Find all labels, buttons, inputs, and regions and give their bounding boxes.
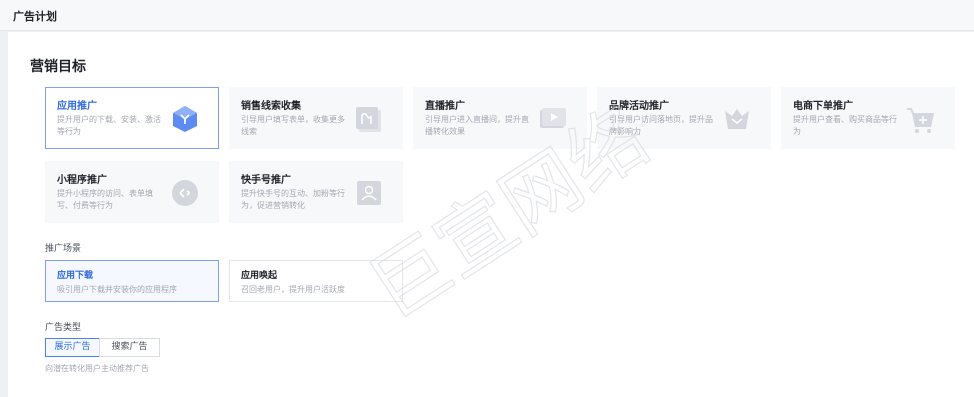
form-icon	[356, 107, 381, 132]
goal-desc: 提升快手号的互动、加粉等行为，促进营销转化	[241, 189, 345, 210]
scene-desc: 吸引用户下载并安装你的应用程序	[57, 285, 177, 294]
goal-desc: 引导用户访问落地页，提升品牌影响力	[609, 115, 713, 136]
goal-card-ecommerce-order[interactable]: 电商下单推广 提升用户查看、购买商品等行为	[781, 87, 955, 149]
top-bar: 广告计划	[0, 0, 974, 31]
goal-name: 应用推广	[57, 101, 97, 112]
page-title: 广告计划	[13, 10, 57, 23]
crown-icon	[725, 109, 749, 129]
scene-app-recall[interactable]: 应用唤起 召回老用户，提升用户活跃度	[229, 260, 403, 302]
scene-label: 推广场景	[45, 244, 82, 254]
goal-name: 小程序推广	[57, 175, 107, 186]
goal-name: 销售线索收集	[241, 101, 301, 112]
goal-name: 快手号推广	[241, 175, 291, 186]
app-cube-icon	[173, 106, 197, 132]
goal-card-brand-campaign[interactable]: 品牌活动推广 引导用户访问落地页，提升品牌影响力	[597, 87, 771, 149]
goal-card-live-promotion[interactable]: 直播推广 引导用户进入直播间，提升直播转化效果	[413, 87, 587, 149]
goal-desc: 引导用户填写表单，收集更多线索	[241, 115, 345, 136]
goal-desc: 提升用户查看、购买商品等行为	[793, 115, 897, 136]
goal-card-kuaishou-account[interactable]: 快手号推广 提升快手号的互动、加粉等行为，促进营销转化	[229, 161, 403, 223]
goal-card-lead-collection[interactable]: 销售线索收集 引导用户填写表单，收集更多线索	[229, 87, 403, 149]
goal-card-mini-program[interactable]: 小程序推广 提升小程序的访问、表单填写、付费等行为	[45, 161, 219, 223]
user-icon	[357, 181, 381, 205]
mini-program-icon	[172, 180, 198, 206]
adtype-display-button[interactable]: 展示广告	[45, 338, 100, 357]
scene-desc: 召回老用户，提升用户活跃度	[241, 285, 345, 294]
cart-icon	[907, 108, 934, 133]
goal-name: 电商下单推广	[793, 101, 853, 112]
form-card: 营销目标 应用推广 提升用户的下载、安装、激活等行为 销售线索收集 引导用户填写…	[8, 32, 974, 397]
adtype-hint: 向潜在转化用户主动推荐广告	[45, 364, 149, 373]
adtype-search-button[interactable]: 搜索广告	[99, 338, 160, 357]
goal-name: 直播推广	[425, 101, 465, 112]
scene-name: 应用唤起	[241, 271, 278, 281]
goal-name: 品牌活动推广	[609, 101, 669, 112]
section-title: 营销目标	[30, 59, 86, 75]
goal-desc: 引导用户进入直播间，提升直播转化效果	[425, 115, 529, 136]
scene-name: 应用下载	[57, 271, 94, 281]
goal-desc: 提升小程序的访问、表单填写、付费等行为	[57, 189, 153, 210]
adtype-label: 广告类型	[45, 323, 82, 333]
play-icon	[540, 108, 566, 128]
goal-card-app-promotion[interactable]: 应用推广 提升用户的下载、安装、激活等行为	[45, 87, 219, 149]
scene-app-download[interactable]: 应用下载 吸引用户下载并安装你的应用程序	[45, 260, 219, 302]
goal-desc: 提升用户的下载、安装、激活等行为	[57, 115, 161, 136]
